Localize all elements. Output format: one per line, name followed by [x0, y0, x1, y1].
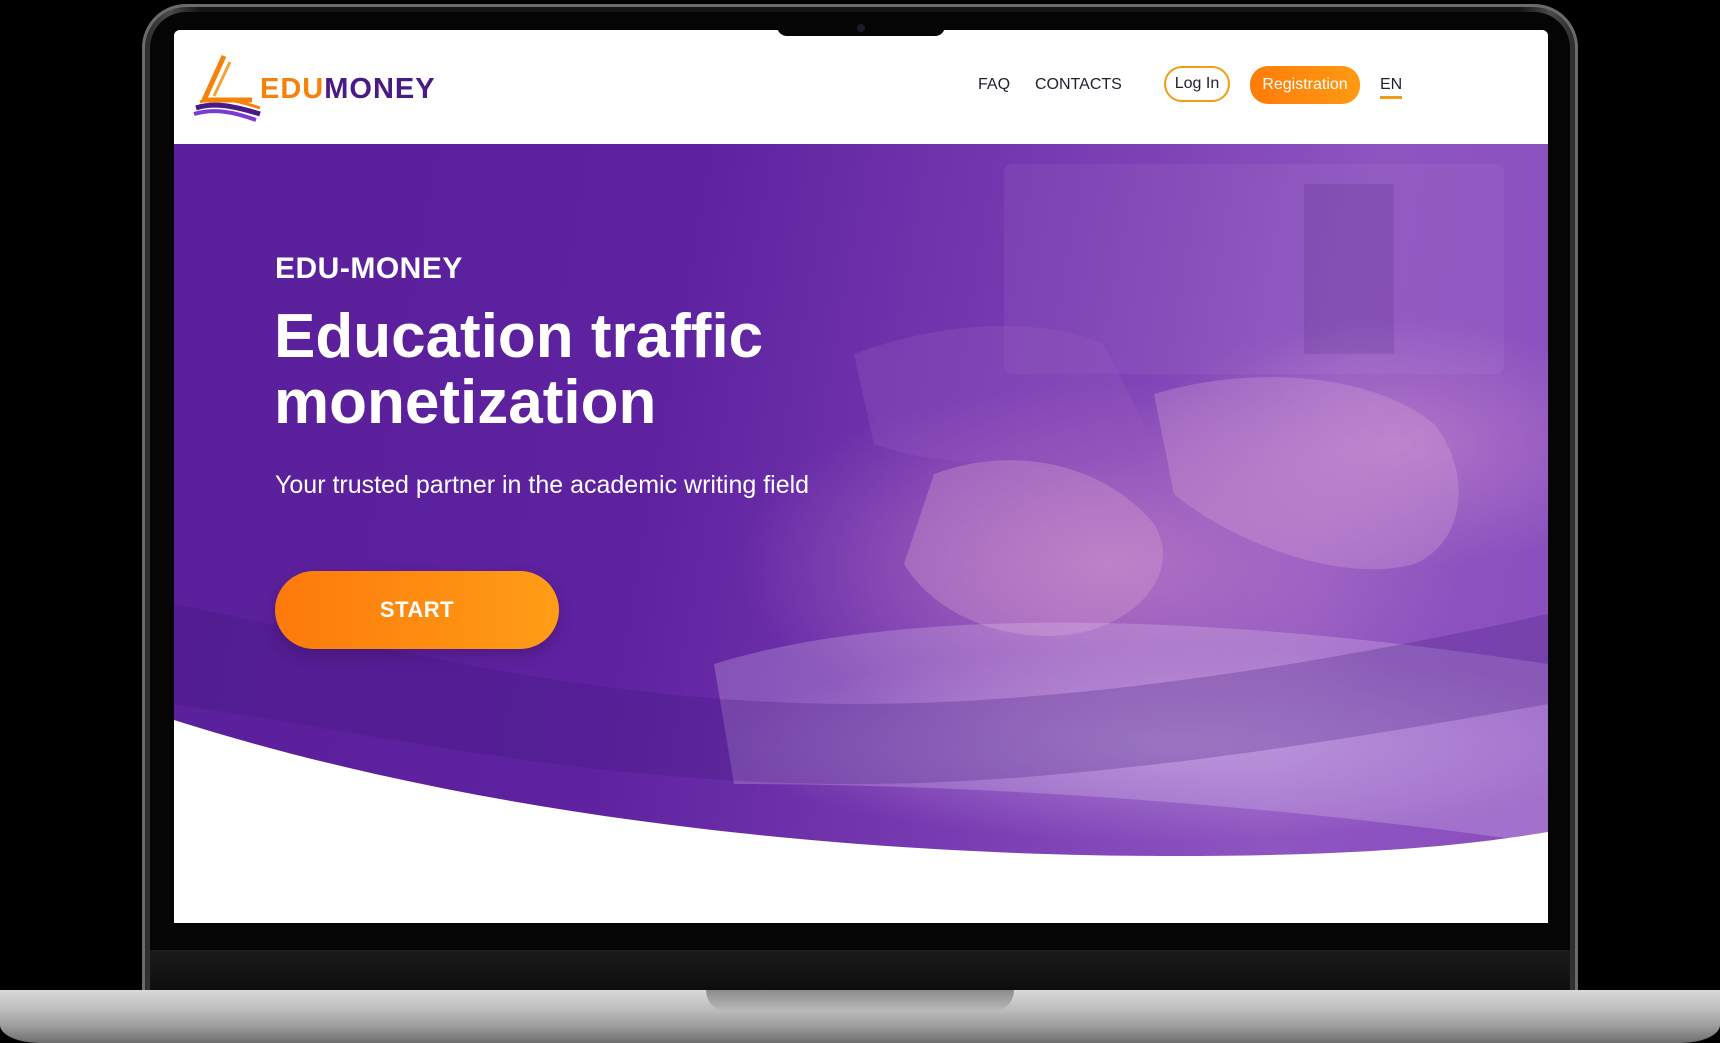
hero-section: EDU-MONEY Education traffic monetization… — [174, 144, 1548, 923]
laptop-frame: EDUMONEY FAQ CONTACTS Log In Registratio… — [0, 0, 1720, 1043]
site-header: EDUMONEY FAQ CONTACTS Log In Registratio… — [174, 30, 1548, 144]
registration-button[interactable]: Registration — [1250, 66, 1360, 104]
laptop-base-notch — [706, 990, 1014, 1012]
login-button[interactable]: Log In — [1164, 66, 1230, 102]
browser-screen: EDUMONEY FAQ CONTACTS Log In Registratio… — [174, 30, 1548, 923]
book-logo-icon — [193, 54, 261, 122]
logo-text-money: MONEY — [324, 72, 436, 105]
hero-title: Education traffic monetization — [274, 302, 764, 437]
start-button[interactable]: START — [275, 571, 559, 649]
nav-contacts-link[interactable]: CONTACTS — [1035, 76, 1122, 94]
hero-eyebrow: EDU-MONEY — [275, 252, 463, 285]
site-logo[interactable]: EDUMONEY — [190, 52, 436, 122]
hero-subtitle: Your trusted partner in the academic wri… — [275, 471, 810, 499]
laptop-chin — [150, 950, 1570, 992]
logo-text: EDUMONEY — [260, 73, 436, 106]
language-selector[interactable]: EN — [1380, 76, 1403, 99]
logo-text-edu: EDU — [260, 72, 325, 105]
camera-icon — [857, 24, 865, 32]
nav-faq-link[interactable]: FAQ — [978, 76, 1010, 94]
